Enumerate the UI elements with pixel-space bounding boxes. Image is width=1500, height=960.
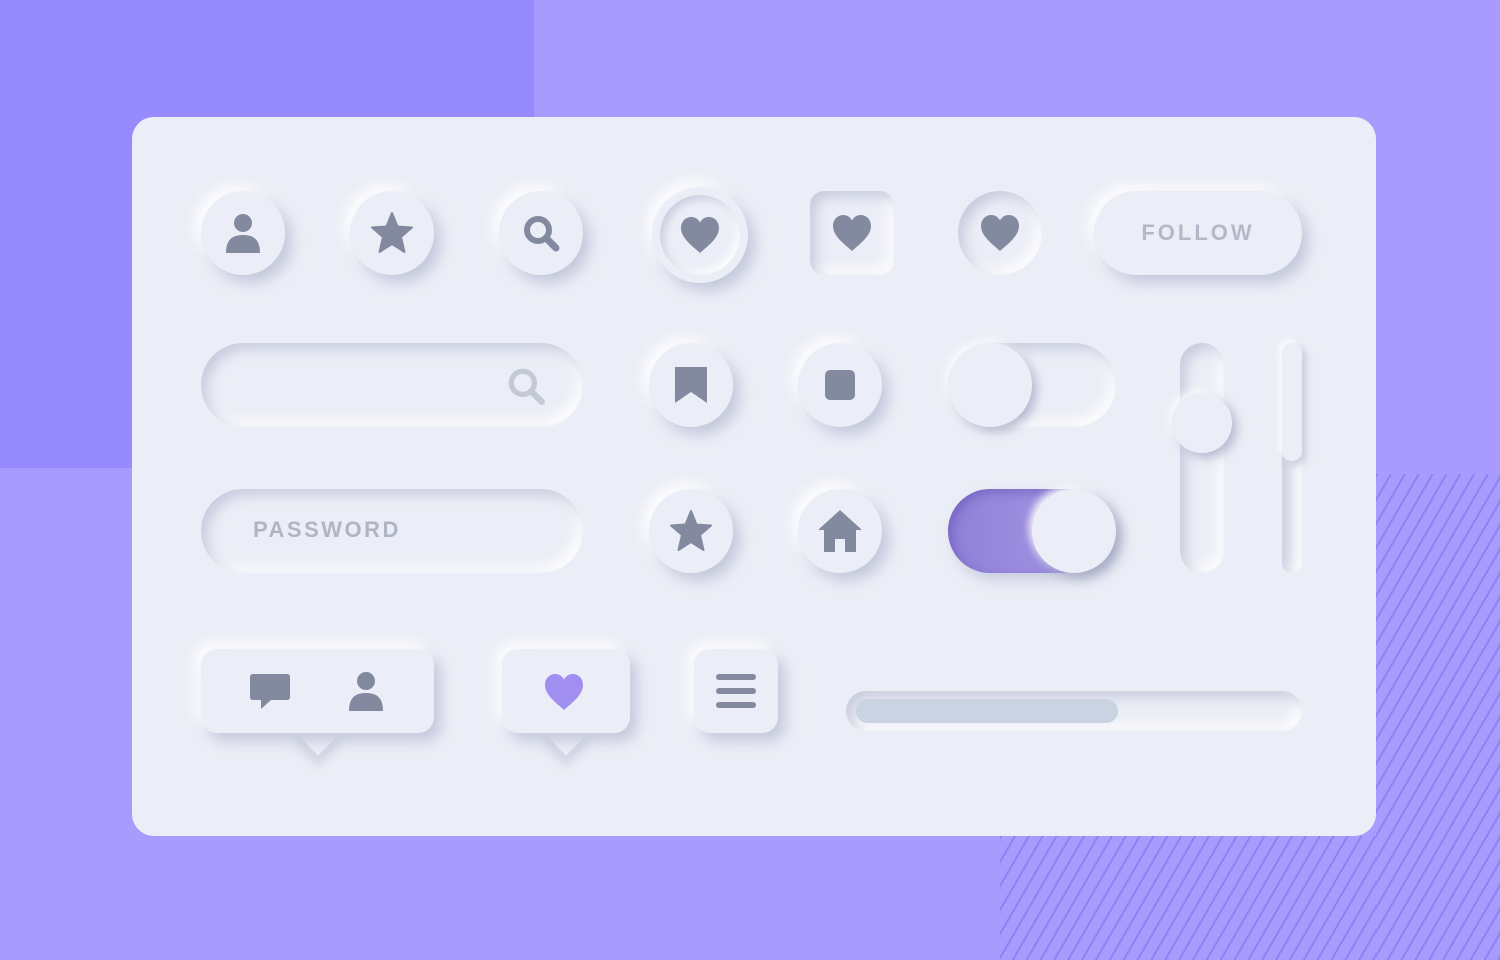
star-icon bbox=[370, 212, 414, 254]
thin-vertical-slider[interactable] bbox=[1282, 343, 1302, 573]
stop-button[interactable] bbox=[798, 343, 882, 427]
star-icon bbox=[669, 510, 713, 552]
heart-button-pressed[interactable] bbox=[958, 191, 1042, 275]
follow-button[interactable]: FOLLOW bbox=[1094, 191, 1302, 275]
star-button[interactable] bbox=[350, 191, 434, 275]
heart-icon bbox=[979, 214, 1021, 252]
home-button[interactable] bbox=[798, 489, 882, 573]
toggle-knob[interactable] bbox=[1032, 489, 1116, 573]
heart-button-ring[interactable] bbox=[652, 187, 748, 283]
heart-button-square[interactable] bbox=[810, 191, 894, 275]
home-icon bbox=[817, 509, 863, 553]
follow-label: FOLLOW bbox=[1141, 220, 1255, 245]
user-icon[interactable] bbox=[348, 671, 384, 711]
bubble-cover bbox=[539, 709, 595, 733]
search-icon bbox=[505, 365, 547, 407]
vertical-slider[interactable] bbox=[1172, 343, 1232, 573]
bubble-cover bbox=[291, 709, 347, 733]
toggle-knob[interactable] bbox=[948, 343, 1032, 427]
heart-icon bbox=[679, 216, 721, 254]
stop-icon bbox=[824, 369, 856, 401]
heart-icon bbox=[542, 673, 586, 711]
bookmark-icon bbox=[674, 366, 708, 404]
search-icon bbox=[521, 213, 561, 253]
ui-kit-card: FOLLOW PASSWORD bbox=[132, 117, 1376, 836]
menu-button[interactable] bbox=[694, 649, 778, 733]
user-button[interactable] bbox=[201, 191, 285, 275]
background-stripes bbox=[1000, 836, 1376, 960]
heart-icon bbox=[831, 214, 873, 252]
favorite-button[interactable] bbox=[649, 489, 733, 573]
bookmark-button[interactable] bbox=[649, 343, 733, 427]
menu-icon bbox=[715, 672, 757, 710]
heart-button-inner bbox=[660, 195, 740, 275]
password-field[interactable]: PASSWORD bbox=[201, 489, 583, 573]
thin-slider-fill[interactable] bbox=[1282, 343, 1302, 461]
user-icon bbox=[225, 213, 261, 253]
search-input[interactable] bbox=[201, 343, 583, 427]
progress-bar bbox=[846, 691, 1302, 731]
toggle-on[interactable] bbox=[948, 489, 1116, 573]
search-button[interactable] bbox=[499, 191, 583, 275]
social-bubble bbox=[201, 649, 434, 767]
like-bubble[interactable] bbox=[502, 649, 630, 767]
vertical-slider-knob[interactable] bbox=[1172, 393, 1232, 453]
progress-fill bbox=[856, 699, 1118, 723]
comment-icon[interactable] bbox=[249, 673, 291, 711]
toggle-off[interactable] bbox=[948, 343, 1116, 427]
password-placeholder: PASSWORD bbox=[253, 517, 401, 542]
background-stripes bbox=[1376, 474, 1500, 960]
